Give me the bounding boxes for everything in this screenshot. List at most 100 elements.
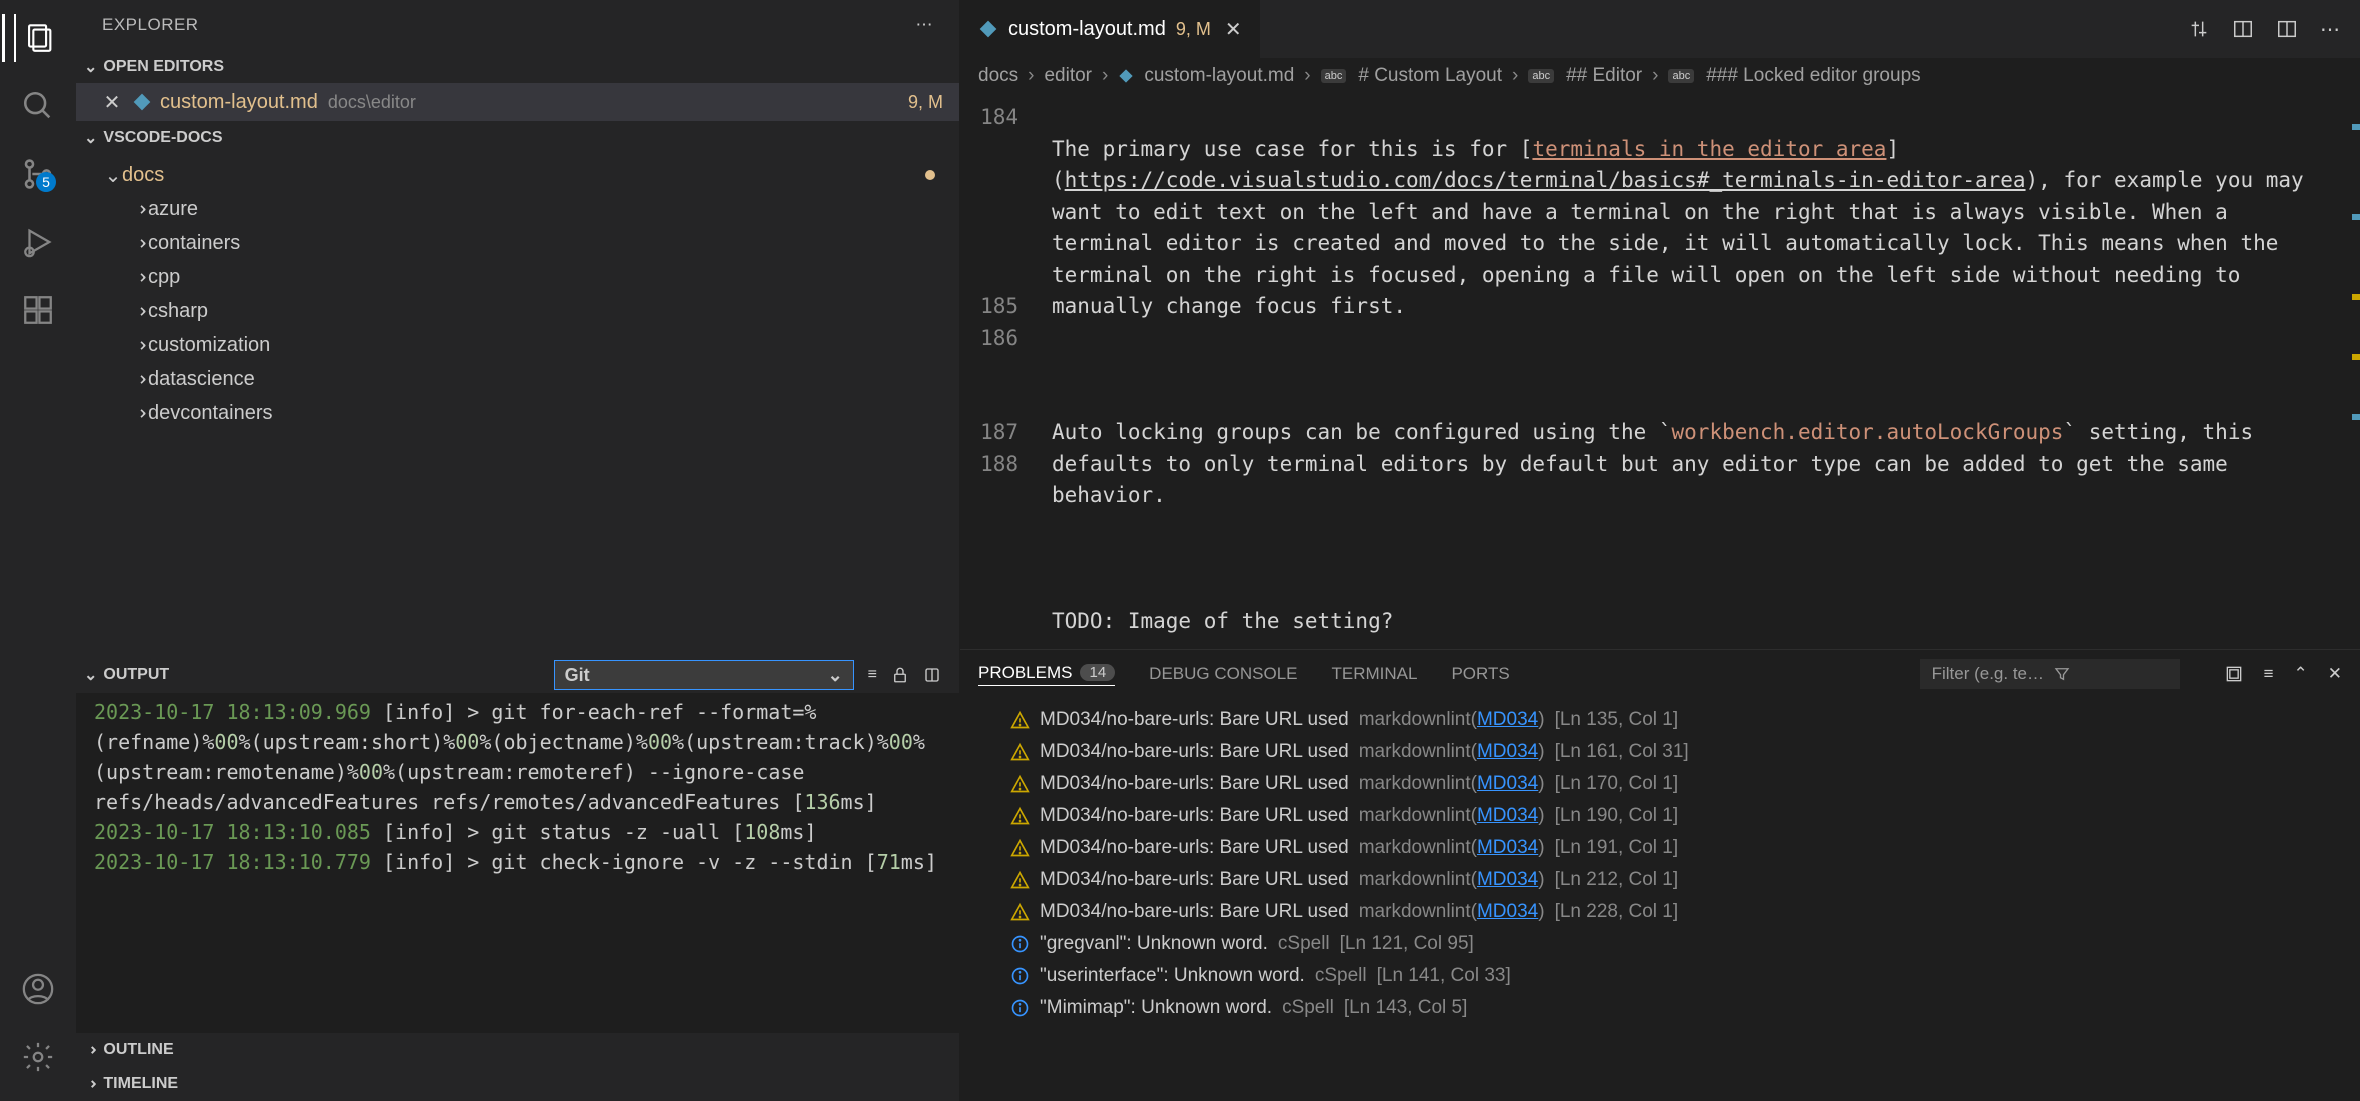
code-link[interactable]: terminals in the editor area <box>1532 137 1886 161</box>
workspace-header[interactable]: ⌄ VSCODE-DOCS <box>76 121 959 154</box>
output-body[interactable]: 2023-10-17 18:13:09.969 [info] > git for… <box>76 693 959 1033</box>
source-control-icon[interactable]: 5 <box>14 150 62 198</box>
collapse-icon[interactable] <box>2224 664 2244 684</box>
problems-filter-input[interactable]: Filter (e.g. text, **/*.ts, !*... <box>1920 659 2180 689</box>
code-text: The primary use case for this is for [ <box>1052 137 1532 161</box>
warning-icon <box>1010 774 1030 794</box>
split-editor-icon[interactable] <box>2276 18 2298 40</box>
editor-body[interactable]: 184185186187188 The primary use case for… <box>960 94 2360 649</box>
problem-row[interactable]: MD034/no-bare-urls: Bare URL used markdo… <box>960 864 2360 896</box>
markdown-file-icon <box>1118 68 1134 84</box>
problem-source: cSpell <box>1278 933 1330 955</box>
chevron-right-icon: ⌄ <box>127 302 152 320</box>
filter-icon[interactable]: ≡ <box>868 666 877 684</box>
tree-folder[interactable]: ⌄containers <box>76 226 959 260</box>
tab-ports[interactable]: PORTS <box>1451 664 1509 684</box>
breadcrumb-item[interactable]: custom-layout.md <box>1144 65 1294 87</box>
close-panel-icon[interactable]: ✕ <box>2328 664 2342 684</box>
problem-location: [Ln 191, Col 1] <box>1555 837 1679 859</box>
problem-code[interactable]: MD034 <box>1477 869 1538 890</box>
tree-folder[interactable]: ⌄datascience <box>76 362 959 396</box>
problem-location: [Ln 121, Col 95] <box>1340 933 1474 955</box>
code-inline: workbench.editor.autoLockGroups <box>1672 420 2064 444</box>
tab-problems[interactable]: PROBLEMS 14 <box>978 663 1115 686</box>
timeline-header[interactable]: ⌄ TIMELINE <box>76 1067 959 1101</box>
problem-row[interactable]: "userinterface": Unknown word. cSpell [L… <box>960 960 2360 992</box>
tab-badge: 9, M <box>1176 19 1211 40</box>
problem-code[interactable]: MD034 <box>1477 773 1538 794</box>
extensions-icon[interactable] <box>14 286 62 334</box>
problem-message: MD034/no-bare-urls: Bare URL used <box>1040 741 1349 763</box>
output-channel-select[interactable]: Git ⌄ <box>554 660 854 690</box>
tree-folder-docs[interactable]: ⌄ docs <box>76 158 959 192</box>
problem-row[interactable]: MD034/no-bare-urls: Bare URL used markdo… <box>960 736 2360 768</box>
tab-debug-console[interactable]: DEBUG CONSOLE <box>1149 664 1297 684</box>
filter-icon[interactable] <box>2053 665 2168 683</box>
tab-terminal[interactable]: TERMINAL <box>1331 664 1417 684</box>
compare-changes-icon[interactable] <box>2188 18 2210 40</box>
minimap[interactable] <box>2340 94 2360 649</box>
open-preview-icon[interactable] <box>2232 18 2254 40</box>
problem-message: MD034/no-bare-urls: Bare URL used <box>1040 901 1349 923</box>
chevron-right-icon: ⌄ <box>81 1043 101 1056</box>
more-icon[interactable]: ⋯ <box>2320 17 2340 42</box>
open-editor-item[interactable]: ✕ custom-layout.md docs\editor 9, M <box>76 83 959 121</box>
breadcrumb-item[interactable]: docs <box>978 65 1018 87</box>
problem-row[interactable]: MD034/no-bare-urls: Bare URL used markdo… <box>960 832 2360 864</box>
breadcrumb[interactable]: docs› editor› custom-layout.md› abc# Cus… <box>960 58 2360 94</box>
breadcrumb-item[interactable]: ## Editor <box>1566 65 1642 87</box>
account-icon[interactable] <box>14 965 62 1013</box>
problems-count-badge: 14 <box>1080 664 1115 681</box>
editor-tab[interactable]: custom-layout.md 9, M ✕ <box>960 0 1261 58</box>
search-icon[interactable] <box>14 82 62 130</box>
clear-icon[interactable] <box>923 666 941 684</box>
breadcrumb-item[interactable]: ### Locked editor groups <box>1706 65 1920 87</box>
problem-message: "userinterface": Unknown word. <box>1040 965 1305 987</box>
open-editor-path: docs\editor <box>328 92 416 113</box>
workspace-label: VSCODE-DOCS <box>103 129 222 147</box>
problem-row[interactable]: MD034/no-bare-urls: Bare URL used markdo… <box>960 768 2360 800</box>
problem-message: "Mimimap": Unknown word. <box>1040 997 1272 1019</box>
problem-row[interactable]: "gregvanl": Unknown word. cSpell [Ln 121… <box>960 928 2360 960</box>
lock-icon[interactable] <box>891 666 909 684</box>
folder-label: cpp <box>148 266 180 289</box>
explorer-icon[interactable] <box>14 14 62 62</box>
problem-code[interactable]: MD034 <box>1477 901 1538 922</box>
breadcrumb-item[interactable]: # Custom Layout <box>1358 65 1502 87</box>
chevron-down-icon: ⌄ <box>104 163 122 188</box>
close-icon[interactable]: ✕ <box>100 90 124 115</box>
outline-header[interactable]: ⌄ OUTLINE <box>76 1033 959 1067</box>
problem-code[interactable]: MD034 <box>1477 837 1538 858</box>
run-debug-icon[interactable] <box>14 218 62 266</box>
problem-location: [Ln 161, Col 31] <box>1555 741 1689 763</box>
settings-gear-icon[interactable] <box>14 1033 62 1081</box>
tree-folder[interactable]: ⌄azure <box>76 192 959 226</box>
tree-folder[interactable]: ⌄csharp <box>76 294 959 328</box>
open-editors-header[interactable]: ⌄ OPEN EDITORS <box>76 50 959 83</box>
more-icon[interactable]: ⋯ <box>916 15 934 35</box>
breadcrumb-item[interactable]: editor <box>1044 65 1092 87</box>
problem-code[interactable]: MD034 <box>1477 741 1538 762</box>
close-icon[interactable]: ✕ <box>1225 17 1242 42</box>
info-icon <box>1010 934 1030 954</box>
chevron-right-icon: ⌄ <box>127 336 152 354</box>
problem-code[interactable]: MD034 <box>1477 805 1538 826</box>
tree-folder[interactable]: ⌄devcontainers <box>76 396 959 430</box>
tree-folder[interactable]: ⌄cpp <box>76 260 959 294</box>
problem-row[interactable]: MD034/no-bare-urls: Bare URL used markdo… <box>960 800 2360 832</box>
code-url[interactable]: https://code.visualstudio.com/docs/termi… <box>1065 168 2026 192</box>
chevron-right-icon: ⌄ <box>127 268 152 286</box>
problem-row[interactable]: MD034/no-bare-urls: Bare URL used markdo… <box>960 704 2360 736</box>
problem-source: markdownlint(MD034) <box>1359 901 1545 923</box>
problem-row[interactable]: MD034/no-bare-urls: Bare URL used markdo… <box>960 896 2360 928</box>
warning-icon <box>1010 902 1030 922</box>
code-content[interactable]: The primary use case for this is for [te… <box>1052 94 2360 649</box>
view-as-list-icon[interactable]: ≡ <box>2264 664 2274 684</box>
symbol-icon: abc <box>1668 69 1694 83</box>
problems-list[interactable]: MD034/no-bare-urls: Bare URL used markdo… <box>960 698 2360 1101</box>
problem-code[interactable]: MD034 <box>1477 709 1538 730</box>
output-header[interactable]: ⌄ OUTPUT Git ⌄ ≡ <box>76 657 959 693</box>
tree-folder[interactable]: ⌄customization <box>76 328 959 362</box>
problem-row[interactable]: "Mimimap": Unknown word. cSpell [Ln 143,… <box>960 992 2360 1024</box>
maximize-panel-icon[interactable]: ⌃ <box>2294 664 2308 684</box>
